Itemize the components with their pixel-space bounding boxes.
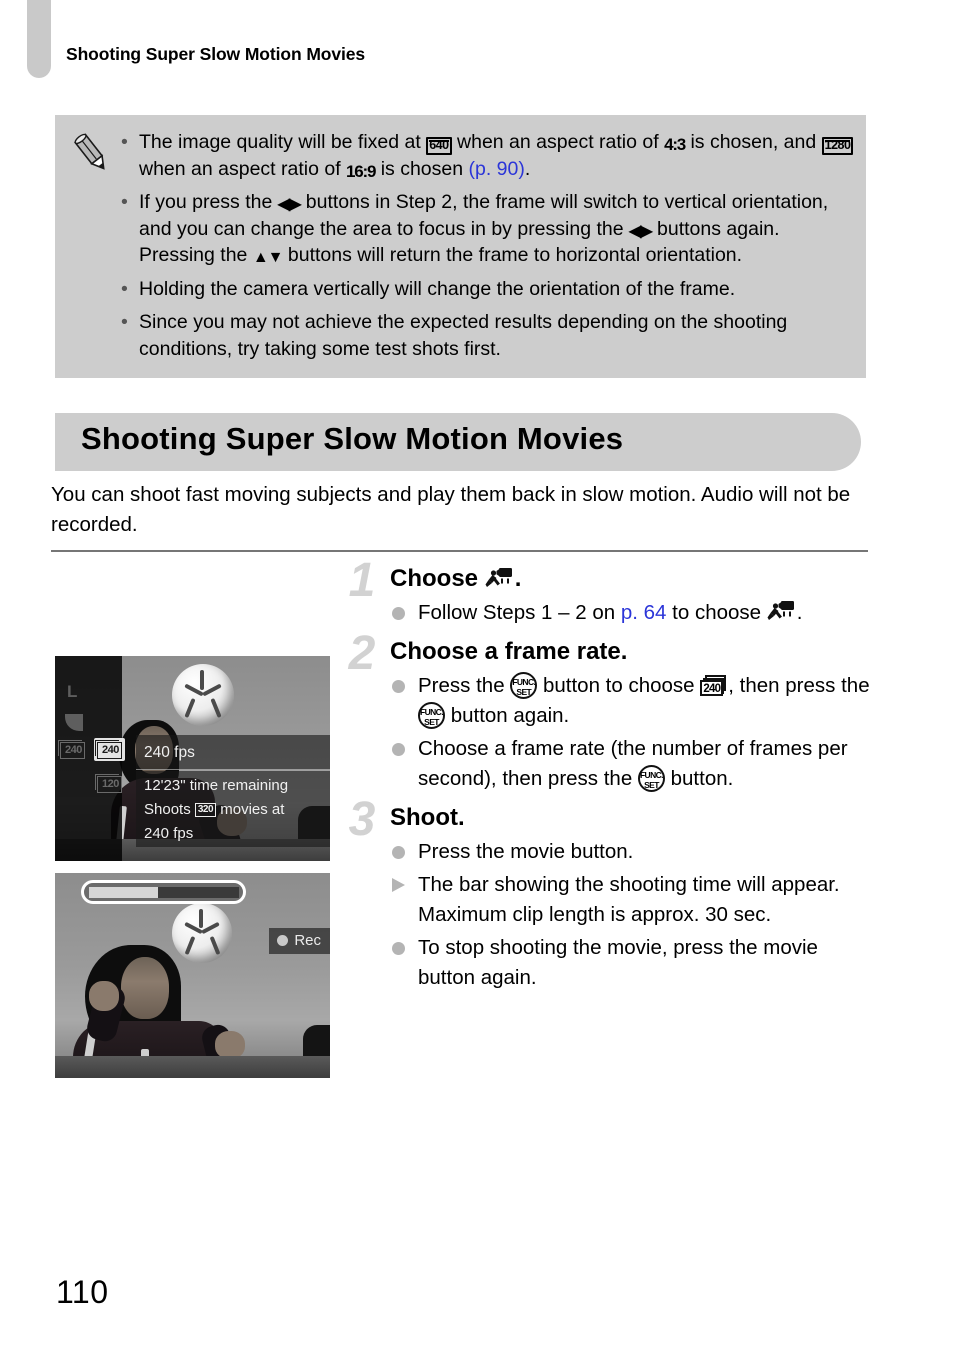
shooting-time-fill: [89, 887, 158, 898]
aspect-ratio-4-3-icon: 4:3: [664, 135, 686, 154]
note-bullet: •: [121, 277, 128, 300]
resolution-320-badge: 320: [194, 803, 217, 817]
rec-label: Rec: [294, 932, 321, 949]
super-slow-motion-movie-icon: [485, 566, 515, 590]
frame-rate-240-icon: 240: [700, 675, 728, 696]
note-bullet: •: [121, 131, 128, 153]
page-title: Shooting Super Slow Motion Movies: [81, 421, 624, 456]
page-reference-link[interactable]: (p. 90): [469, 158, 525, 180]
frame-rate-option-120[interactable]: 120: [95, 774, 122, 793]
up-down-arrows-icon: ▲▼: [252, 249, 284, 266]
image-quality-letter: L: [67, 682, 78, 701]
soccer-ball-recording: [172, 903, 232, 963]
step-instruction-list: Follow Steps 1 – 2 on p. 64 to choose .: [390, 598, 870, 628]
time-remaining-line: 12'23" time remaining: [144, 777, 289, 794]
func-set-button-icon: FUNC. SET: [418, 702, 445, 729]
player-head-recording: [121, 957, 169, 1019]
note-list: • The image quality will be fixed at 640 …: [117, 129, 854, 362]
step-instruction: The bar showing the shooting time will a…: [390, 870, 870, 930]
horizontal-divider: [51, 550, 868, 552]
super-slow-motion-movie-icon: [767, 599, 797, 623]
fps-line: 240 fps: [144, 825, 194, 842]
step-2: 2 Choose a frame rate. Press the FUNC. SET …: [340, 630, 870, 794]
page-number: 110: [56, 1274, 109, 1310]
action-dot-marker: [392, 942, 405, 955]
step-3: 3 Shoot. Press the movie button. The bar sh…: [340, 796, 870, 993]
step-instruction: Press the movie button.: [390, 837, 870, 867]
step-instruction: Press the FUNC. SET button to choose 240,…: [390, 671, 870, 731]
note-item: • Since you may not achieve the expected …: [121, 311, 788, 360]
step-number: 1: [348, 554, 376, 607]
aspect-ratio-16-9-icon: 16:9: [346, 161, 376, 181]
result-triangle-marker: [392, 878, 405, 892]
resolution-1280-icon: 1280: [821, 137, 854, 155]
step-instruction: To stop shooting the movie, press the mo…: [390, 933, 870, 993]
screenshot-recording: Rec: [55, 873, 330, 1078]
step-instruction-list: Press the movie button. The bar showing t…: [390, 837, 870, 993]
section-title-bar: Shooting Super Slow Motion Movies: [55, 413, 861, 471]
frame-rate-240-dim-label: 240: [58, 740, 85, 759]
frame-rate-240-selected-label: 240: [95, 740, 122, 759]
chapter-edge-tab: [27, 0, 51, 78]
instruction-steps: 1 Choose . Follow Steps 1 – 2 on p. 64 to …: [340, 557, 870, 1001]
note-bullet: •: [121, 311, 128, 333]
shooting-time-track: [89, 887, 239, 898]
left-right-arrows-icon: ◀▶: [629, 222, 653, 240]
shooting-time-bar: [81, 880, 246, 904]
frame-rate-option-selected[interactable]: 240: [94, 738, 125, 761]
frame-rate-description: 12'23" time remaining Shoots 320 movies …: [136, 771, 330, 847]
record-dot-icon: [277, 935, 289, 946]
step-heading: Choose .: [390, 565, 522, 592]
step-number: 3: [348, 793, 376, 846]
page-reference-link[interactable]: p. 64: [621, 601, 667, 624]
step-number: 2: [348, 627, 376, 680]
action-dot-marker: [392, 743, 405, 756]
frame-rate-120-label: 120: [95, 774, 122, 793]
action-dot-marker: [392, 680, 405, 693]
step-heading: Choose a frame rate.: [390, 638, 628, 665]
step-1: 1 Choose . Follow Steps 1 – 2 on p. 64 to …: [340, 557, 870, 628]
frame-rate-option-dim[interactable]: 240: [58, 740, 85, 759]
running-header: Shooting Super Slow Motion Movies: [66, 44, 366, 64]
section-intro-text: You can shoot fast moving subjects and p…: [51, 483, 851, 536]
action-dot-marker: [392, 607, 405, 620]
func-set-button-icon: FUNC. SET: [510, 672, 538, 699]
pencil-note-icon: [67, 129, 115, 177]
note-bullet: •: [121, 191, 128, 213]
lcd-ground-recording: [55, 1056, 330, 1078]
step-heading: Shoot.: [390, 804, 465, 831]
note-item: • The image quality will be fixed at 640 …: [117, 129, 854, 182]
frame-rate-readout: 240 fps: [136, 735, 330, 770]
quality-wedge-icon: [65, 714, 83, 731]
rec-indicator: Rec: [269, 928, 330, 954]
step-instruction-list: Press the FUNC. SET button to choose 240,…: [390, 671, 870, 794]
soccer-ball: [172, 664, 234, 726]
shoots-word: Shoots: [144, 801, 191, 818]
step-instruction: Follow Steps 1 – 2 on p. 64 to choose .: [390, 598, 870, 628]
player-hand-left: [89, 981, 119, 1011]
step-instruction: Choose a frame rate (the number of frame…: [390, 734, 870, 794]
left-right-arrows-icon: ◀▶: [277, 196, 302, 213]
resolution-640-icon: 640: [426, 137, 452, 155]
note-box: • The image quality will be fixed at 640 …: [55, 115, 866, 378]
func-set-button-icon: FUNC. SET: [637, 765, 665, 792]
shoots-line: Shoots 320 movies at: [144, 798, 330, 822]
note-item: • If you press the ◀▶ buttons in Step 2, …: [121, 191, 829, 266]
action-dot-marker: [392, 846, 405, 859]
screenshot-frame-rate-menu: L 240 120 240 240 fps 12'23" time remain…: [55, 656, 330, 861]
movies-at-word: movies at: [220, 801, 285, 818]
note-item: • Holding the camera vertically will chan…: [117, 276, 854, 303]
player-hand-right: [215, 1031, 245, 1059]
